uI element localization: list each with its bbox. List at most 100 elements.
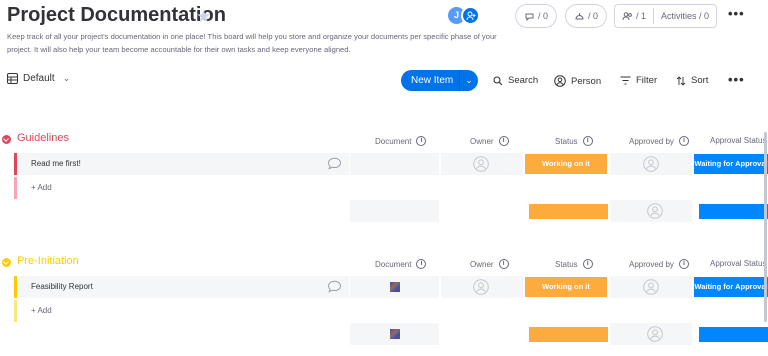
- empty-person-icon: [647, 326, 663, 342]
- new-item-dropdown-icon[interactable]: ⌄: [460, 75, 478, 86]
- view-selector[interactable]: Default ⌄: [7, 73, 70, 84]
- empty-person-icon[interactable]: [643, 279, 659, 295]
- new-item-button[interactable]: New Item ⌄: [401, 70, 478, 91]
- filter-button[interactable]: Filter: [620, 75, 657, 86]
- info-icon[interactable]: i: [498, 259, 509, 269]
- add-item-cell[interactable]: + Add: [17, 300, 349, 322]
- column-header-status[interactable]: Status i: [555, 136, 593, 146]
- empty-person-icon[interactable]: [643, 156, 659, 172]
- column-header-owner[interactable]: Owner i: [470, 259, 509, 269]
- group-collapse-icon[interactable]: [2, 258, 11, 267]
- activities-button[interactable]: Activities / 0: [654, 5, 716, 27]
- approval-status-label[interactable]: Waiting for Approval: [694, 277, 768, 297]
- add-item-row[interactable]: + Add: [14, 300, 768, 322]
- item-name[interactable]: Read me first!: [31, 159, 81, 168]
- table-row[interactable]: Read me first! Working on it Waiting for…: [14, 153, 768, 175]
- column-header-document[interactable]: Document i: [375, 136, 427, 146]
- approved-by-cell[interactable]: [610, 153, 692, 175]
- add-item-cell[interactable]: + Add: [17, 177, 349, 199]
- integrations-count: / 0: [588, 11, 599, 21]
- column-header-approved-by[interactable]: Approved by i: [629, 136, 689, 146]
- integrations-button[interactable]: / 0: [565, 4, 608, 28]
- status-label[interactable]: Working on it: [525, 154, 607, 174]
- table-view-icon: [7, 73, 18, 84]
- column-header-status[interactable]: Status i: [555, 259, 593, 269]
- item-name-cell[interactable]: Feasibility Report: [17, 276, 349, 298]
- document-cell[interactable]: [350, 276, 439, 298]
- add-update-icon[interactable]: [327, 280, 342, 293]
- invite-user-icon[interactable]: [461, 6, 480, 25]
- column-header-owner[interactable]: Owner i: [470, 136, 509, 146]
- members-count: / 1: [636, 11, 647, 21]
- add-item-input[interactable]: + Add: [31, 306, 52, 315]
- table-row[interactable]: Feasibility Report Working on it Waiting…: [14, 276, 768, 298]
- search-icon: [493, 75, 503, 85]
- toolbar-more-button[interactable]: •••: [728, 72, 745, 87]
- sort-button[interactable]: Sort: [676, 75, 708, 86]
- board-more-menu-button[interactable]: •••: [728, 6, 745, 21]
- members-icon: [622, 11, 632, 20]
- integrations-icon: [575, 12, 584, 19]
- members-button[interactable]: / 1: [615, 5, 653, 27]
- owner-cell[interactable]: [441, 276, 523, 298]
- vertical-scrollbar[interactable]: [764, 132, 767, 322]
- info-icon[interactable]: i: [582, 259, 593, 269]
- add-update-icon[interactable]: [327, 157, 342, 170]
- add-item-row[interactable]: + Add: [14, 177, 768, 199]
- info-icon[interactable]: i: [582, 136, 593, 146]
- approved-by-cell[interactable]: [610, 276, 692, 298]
- document-summary-cell: [350, 200, 439, 222]
- owner-cell[interactable]: [441, 153, 523, 175]
- add-item-input[interactable]: + Add: [31, 183, 52, 192]
- person-filter-button[interactable]: Person: [554, 75, 601, 87]
- members-activities-pill: / 1 Activities / 0: [614, 4, 718, 28]
- document-thumbnail[interactable]: [390, 329, 400, 339]
- column-header-approval-status[interactable]: Approval Status: [710, 136, 766, 145]
- sort-label: Sort: [691, 75, 709, 86]
- person-icon: [554, 75, 566, 87]
- info-icon[interactable]: i: [416, 136, 427, 146]
- status-label[interactable]: Working on it: [525, 277, 607, 297]
- favorite-star-icon[interactable]: ★: [196, 7, 211, 27]
- new-item-label: New Item: [411, 75, 454, 86]
- approval-summary-bar[interactable]: [699, 204, 768, 219]
- document-summary-cell: [350, 323, 439, 345]
- status-summary-bar[interactable]: [529, 327, 608, 342]
- column-header-approved-by[interactable]: Approved by i: [629, 259, 689, 269]
- updates-count: / 0: [538, 11, 549, 21]
- empty-person-icon[interactable]: [473, 279, 489, 295]
- document-thumbnail[interactable]: [390, 282, 400, 292]
- column-header-document[interactable]: Document i: [375, 259, 427, 269]
- status-summary-bar[interactable]: [529, 204, 608, 219]
- approval-status-label[interactable]: Waiting for Approval: [694, 154, 768, 174]
- owner-summary-cell: [441, 200, 523, 222]
- group-collapse-icon[interactable]: [2, 135, 11, 144]
- approval-summary-bar[interactable]: [699, 327, 768, 342]
- board-description[interactable]: Keep track of all your project's documen…: [7, 31, 517, 56]
- approved-by-summary-cell: [610, 323, 692, 345]
- info-icon[interactable]: i: [678, 259, 689, 269]
- document-cell[interactable]: [350, 153, 439, 175]
- sort-icon: [676, 75, 686, 86]
- person-label: Person: [571, 75, 602, 87]
- info-icon[interactable]: i: [678, 136, 689, 146]
- search-label: Search: [508, 75, 539, 86]
- info-icon[interactable]: i: [416, 259, 427, 269]
- filter-label: Filter: [636, 75, 658, 86]
- search-button[interactable]: Search: [493, 75, 538, 86]
- owner-summary-cell: [441, 323, 523, 345]
- item-name-cell[interactable]: Read me first!: [17, 153, 349, 175]
- updates-button[interactable]: / 0: [515, 4, 558, 28]
- empty-person-icon: [647, 203, 663, 219]
- group-title-guidelines[interactable]: Guidelines: [17, 132, 69, 144]
- approved-by-summary-cell: [610, 200, 692, 222]
- item-name[interactable]: Feasibility Report: [31, 282, 93, 291]
- board-title[interactable]: Project Documentation: [7, 4, 226, 27]
- chevron-down-icon: ⌄: [62, 73, 71, 83]
- filter-icon: [620, 76, 631, 85]
- updates-icon: [525, 13, 534, 21]
- group-title-pre-initiation[interactable]: Pre-Initiation: [17, 255, 79, 267]
- info-icon[interactable]: i: [498, 136, 509, 146]
- empty-person-icon[interactable]: [473, 156, 489, 172]
- column-header-approval-status[interactable]: Approval Status: [710, 259, 766, 268]
